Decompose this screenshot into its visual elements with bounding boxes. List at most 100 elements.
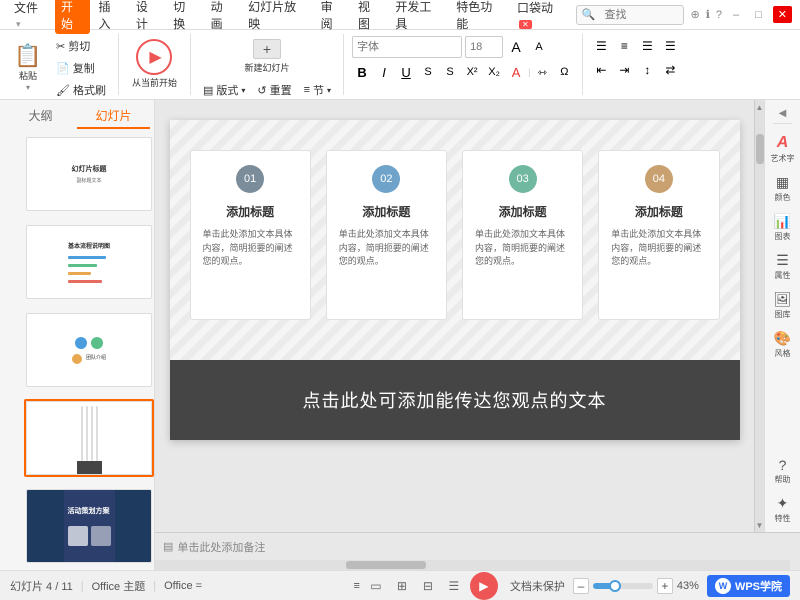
- office-eq-label: Office =: [164, 580, 202, 592]
- view-grid-button[interactable]: ⊞: [392, 576, 412, 596]
- tab-slides[interactable]: 幻灯片: [77, 104, 150, 129]
- italic-button[interactable]: I: [374, 62, 394, 82]
- wps-academy-button[interactable]: W WPS学院: [707, 575, 790, 597]
- horizontal-scrollbar[interactable]: [155, 560, 790, 570]
- help-panel-button[interactable]: ? 帮助: [768, 453, 798, 489]
- copy-button[interactable]: 📄 复制: [52, 58, 110, 78]
- menu-insert[interactable]: 插入: [92, 0, 127, 34]
- scroll-up-button[interactable]: ▲: [755, 100, 765, 114]
- section-button[interactable]: ≡ 节 ▾: [300, 80, 335, 100]
- start-slideshow-button[interactable]: ▶ 从当前开始: [127, 36, 182, 92]
- menu-pocket[interactable]: 口袋动 ✕: [511, 0, 576, 32]
- gallery-button[interactable]: 🖼 图库: [768, 287, 798, 324]
- reset-button[interactable]: ↺ 重置: [253, 80, 295, 100]
- align-left-button[interactable]: ☰: [591, 36, 611, 56]
- menu-file[interactable]: 文件 ▾: [8, 0, 53, 32]
- slide-canvas: 01 添加标题 单击此处添加文本具体内容，简明扼要的阐述您的观点。 02 添加标…: [170, 120, 740, 440]
- justify-button[interactable]: ☰: [660, 36, 680, 56]
- menu-special[interactable]: 特色功能: [450, 0, 509, 34]
- footer-note[interactable]: ▤ 单击此处添加备注: [163, 539, 265, 555]
- slide-thumb-2[interactable]: 基本流程说明图: [24, 223, 154, 301]
- card-title: 添加标题: [339, 203, 434, 220]
- scroll-down-button[interactable]: ▼: [755, 518, 765, 532]
- slide-bottom-banner[interactable]: 点击此处可添加能传达您观点的文本: [170, 360, 740, 440]
- new-slide-button[interactable]: + 新建幻灯片: [240, 36, 295, 77]
- view-normal-button[interactable]: ▭: [366, 576, 386, 596]
- tab-outline[interactable]: 大纲: [4, 104, 77, 129]
- menu-slideshow[interactable]: 幻灯片放映: [242, 0, 313, 34]
- menu-view[interactable]: 视图: [352, 0, 387, 34]
- layout-button[interactable]: ▤ 版式 ▾: [199, 80, 249, 100]
- view-outline-button[interactable]: ☰: [444, 576, 464, 596]
- menu-dev[interactable]: 开发工具: [389, 0, 448, 34]
- subscript-button[interactable]: X₂: [484, 62, 504, 82]
- direction-button[interactable]: ⇄: [660, 60, 680, 80]
- info-icon[interactable]: ℹ: [706, 8, 710, 21]
- strikethrough-button[interactable]: S: [418, 62, 438, 82]
- vertical-scrollbar[interactable]: ▲ ▼: [754, 100, 764, 532]
- underline-button[interactable]: U: [396, 62, 416, 82]
- format-paint-button[interactable]: 🖌 格式刷: [52, 80, 110, 100]
- content-card[interactable]: 02 添加标题 单击此处添加文本具体内容，简明扼要的阐述您的观点。: [326, 150, 447, 320]
- menu-start[interactable]: 开始: [55, 0, 90, 34]
- slide-thumb-5[interactable]: 活动策划方案: [24, 487, 154, 565]
- content-card[interactable]: 03 添加标题 单击此处添加文本具体内容，简明扼要的阐述您的观点。: [462, 150, 583, 320]
- slide-thumb-3[interactable]: 团队介绍: [24, 311, 154, 389]
- scroll-thumb[interactable]: [756, 134, 764, 164]
- card-number: 02: [372, 165, 400, 193]
- char-spacing-button[interactable]: ⇿: [532, 62, 552, 82]
- view-reader-button[interactable]: ⊟: [418, 576, 438, 596]
- shadow-button[interactable]: S: [440, 62, 460, 82]
- play-icon: ▶: [136, 39, 172, 75]
- bold-button[interactable]: B: [352, 62, 372, 82]
- content-card[interactable]: 01 添加标题 单击此处添加文本具体内容，简明扼要的阐述您的观点。: [190, 150, 311, 320]
- zoom-slider-thumb[interactable]: [609, 580, 621, 592]
- window-maximize[interactable]: □: [750, 7, 767, 23]
- line-spacing-button[interactable]: ↕: [637, 60, 657, 80]
- window-close[interactable]: ✕: [773, 6, 792, 23]
- para-row-2: ⇤ ⇥ ↕ ⇄: [591, 60, 680, 80]
- font-increase-button[interactable]: A: [506, 37, 526, 57]
- special-char-button[interactable]: Ω: [554, 62, 574, 82]
- slide-thumb-1[interactable]: 幻灯片标题 副标题文本: [24, 135, 154, 213]
- settings-icon[interactable]: ?: [716, 9, 722, 21]
- style-button[interactable]: 🎨 风格: [768, 326, 798, 363]
- align-center-button[interactable]: ≡: [614, 36, 634, 56]
- indent-left-button[interactable]: ⇤: [591, 60, 611, 80]
- align-right-button[interactable]: ☰: [637, 36, 657, 56]
- properties-button[interactable]: ☰ 属性: [768, 248, 798, 285]
- menu-design[interactable]: 设计: [130, 0, 165, 34]
- font-color-button[interactable]: A: [506, 62, 526, 82]
- zoom-in-button[interactable]: +: [657, 578, 673, 594]
- font-row: A A: [352, 36, 574, 58]
- art-text-button[interactable]: A 艺术字: [768, 130, 798, 168]
- content-card[interactable]: 04 添加标题 单击此处添加文本具体内容，简明扼要的阐述您的观点。: [598, 150, 719, 320]
- indent-right-button[interactable]: ⇥: [614, 60, 634, 80]
- h-scroll-thumb[interactable]: [346, 561, 426, 569]
- menu-review[interactable]: 审阅: [315, 0, 350, 34]
- menu-switch[interactable]: 切换: [167, 0, 202, 34]
- ribbon: 📋 粘贴 ▾ ✂ 剪切 📄 复制 🖌 格式刷: [0, 30, 800, 100]
- help-icon[interactable]: ⊕: [690, 8, 699, 21]
- chart-button[interactable]: 📊 图表: [768, 209, 798, 246]
- superscript-button[interactable]: X²: [462, 62, 482, 82]
- font-group: A A B I U S S X² X₂ A | ⇿ Ω: [352, 34, 583, 95]
- paste-button[interactable]: 📋 粘贴 ▾: [8, 36, 48, 100]
- font-decrease-button[interactable]: A: [529, 37, 549, 57]
- font-family-selector[interactable]: [352, 36, 462, 58]
- title-bar: 文件 ▾ 开始 插入 设计 切换 动画 幻灯片放映 审阅 视图 开发工具 特色功…: [0, 0, 800, 30]
- slide-thumb-4[interactable]: [24, 399, 154, 477]
- play-slideshow-button[interactable]: ▶: [470, 572, 498, 600]
- zoom-slider[interactable]: [593, 583, 653, 589]
- zoom-out-button[interactable]: –: [573, 578, 589, 594]
- collapse-button[interactable]: ◀: [773, 104, 792, 124]
- color-button[interactable]: ▦ 颜色: [768, 170, 798, 207]
- search-input[interactable]: [598, 7, 678, 23]
- paste-icon: 📋: [16, 44, 40, 68]
- menu-animate[interactable]: 动画: [205, 0, 240, 34]
- special-feature-button[interactable]: ✦ 特性: [768, 491, 798, 528]
- window-minimize[interactable]: –: [728, 7, 744, 23]
- font-size-input[interactable]: [465, 36, 503, 58]
- cut-button[interactable]: ✂ 剪切: [52, 36, 110, 56]
- clipboard-group: 📋 粘贴 ▾ ✂ 剪切 📄 复制 🖌 格式刷: [8, 34, 119, 95]
